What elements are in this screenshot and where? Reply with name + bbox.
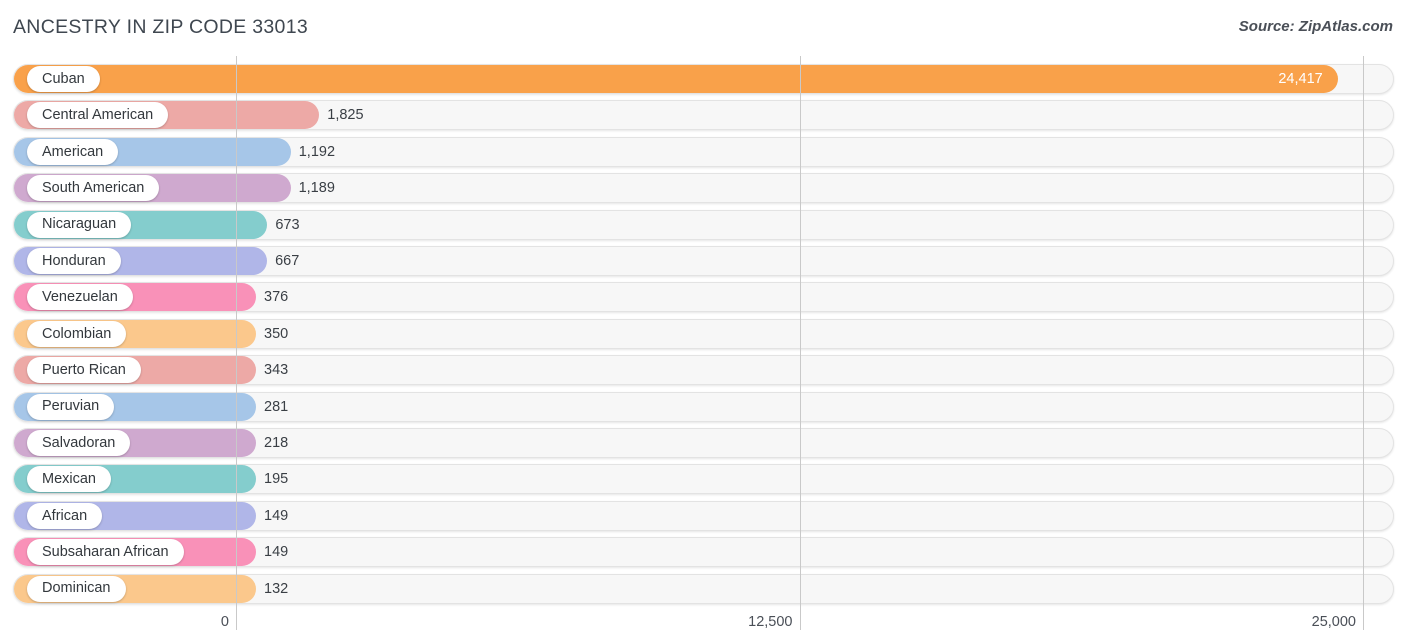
- bar-category-label: American: [27, 138, 119, 165]
- bar-category-label-text: South American: [42, 179, 145, 196]
- bar-category-label-text: Nicaraguan: [42, 216, 117, 233]
- table-row[interactable]: Mexican 195: [13, 464, 1394, 495]
- bar-value-label: 195: [264, 471, 289, 488]
- axis-tick-label: 12,500: [748, 614, 793, 630]
- bar-category-label: Colombian: [27, 320, 127, 347]
- bar-category-label-text: Mexican: [42, 471, 96, 488]
- bar-value-label: 281: [264, 398, 289, 415]
- table-row[interactable]: South American 1,189: [13, 173, 1394, 204]
- bar-value-label: 1,192: [298, 143, 336, 160]
- table-row[interactable]: Puerto Rican 343: [13, 355, 1394, 386]
- bar-category-label-text: American: [42, 143, 104, 160]
- bar-value-label: 343: [264, 362, 289, 379]
- table-row[interactable]: Cuban 24,417: [13, 64, 1394, 94]
- bar-category-label-text: Colombian: [42, 325, 112, 342]
- axis-tick-label: 25,000: [1311, 614, 1356, 630]
- bar-value-label: 376: [264, 289, 289, 306]
- bar-row-list: Cuban 24,417 Central American 1,825 American…: [0, 56, 1406, 608]
- bar-category-label: Central American: [27, 102, 169, 129]
- table-row[interactable]: Colombian 350: [13, 318, 1394, 349]
- axis-tick-line: [1363, 608, 1364, 630]
- chart-header: ANCESTRY IN ZIP CODE 33013 Source: ZipAt…: [0, 0, 1406, 56]
- bar-value-label: 149: [264, 507, 289, 524]
- bar-value-label: 673: [275, 216, 300, 233]
- table-row[interactable]: Venezuelan 376: [13, 282, 1394, 313]
- table-row[interactable]: American 1,192: [13, 136, 1394, 167]
- bar-category-label: Dominican: [27, 575, 126, 602]
- bar-category-label: Salvadoran: [27, 430, 131, 456]
- source-attribution: Source: ZipAtlas.com: [1238, 18, 1393, 35]
- axis-tick-line: [799, 608, 801, 630]
- bar-category-label: South American: [27, 175, 160, 202]
- chart-plot-area: Cuban 24,417 Central American 1,825 American…: [0, 56, 1406, 608]
- bar-category-label-text: Venezuelan: [42, 289, 118, 306]
- axis-tick-line: [236, 608, 237, 630]
- table-row[interactable]: Nicaraguan 673: [13, 209, 1394, 240]
- bar-value-label: 1,189: [298, 180, 335, 197]
- bar-category-label-text: Dominican: [42, 580, 111, 597]
- table-row[interactable]: Honduran 667: [13, 246, 1394, 276]
- bar-value-label: 132: [264, 580, 289, 597]
- table-row[interactable]: Dominican 132: [13, 573, 1394, 604]
- bar-category-label-text: Central American: [42, 107, 154, 124]
- axis-tick-label: 0: [220, 614, 229, 630]
- bar-category-label-text: Honduran: [42, 252, 106, 269]
- bar-category-label-text: Peruvian: [42, 398, 100, 415]
- bar-category-label: Nicaraguan: [27, 211, 132, 238]
- bar-value-label: 218: [264, 435, 289, 451]
- bar-category-label: Subsaharan African: [27, 539, 184, 566]
- bar-category-label: Puerto Rican: [27, 357, 141, 384]
- bar-category-label: Honduran: [27, 248, 121, 274]
- table-row[interactable]: Salvadoran 218: [13, 428, 1394, 458]
- bar-category-label: African: [27, 502, 103, 529]
- page-title: ANCESTRY IN ZIP CODE 33013: [13, 16, 308, 38]
- table-row[interactable]: African 149: [13, 500, 1394, 531]
- table-row[interactable]: Central American 1,825: [13, 100, 1394, 131]
- table-row[interactable]: Subsaharan African 149: [13, 537, 1394, 568]
- bar-category-label-text: Subsaharan African: [42, 543, 169, 560]
- bar-category-label: Venezuelan: [27, 284, 133, 311]
- bar-category-label: Peruvian: [27, 393, 115, 420]
- bar-value-label: 149: [264, 544, 289, 561]
- table-row[interactable]: Peruvian 281: [13, 391, 1394, 422]
- bar-value-label: 1,825: [327, 107, 364, 124]
- bar-value-label: 667: [275, 253, 300, 269]
- bar-category-label-text: Puerto Rican: [42, 361, 126, 378]
- bar-category-label: Mexican: [27, 466, 111, 493]
- bar-category-label-text: African: [42, 507, 88, 524]
- bar-category-label-text: Salvadoran: [42, 434, 116, 451]
- x-axis: 0 12,500 25,000: [0, 608, 1406, 644]
- bar-value-label: 350: [264, 325, 289, 342]
- bar-value-label: 24,417: [1278, 71, 1323, 87]
